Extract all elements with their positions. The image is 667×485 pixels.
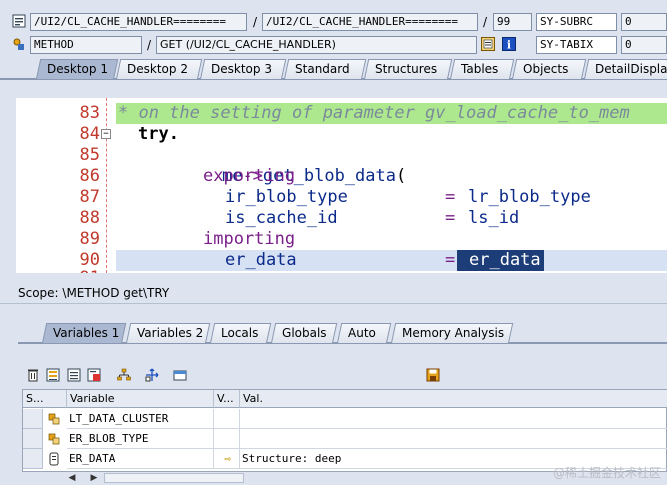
header-status[interactable]: S... — [23, 390, 67, 408]
line-number: 89 — [79, 229, 100, 249]
sysvar2-value-field[interactable]: 0 — [621, 36, 667, 54]
watermark: @稀土掘金技术社区 — [552, 466, 661, 480]
variable-name[interactable]: LT_DATA_CLUSTER — [67, 409, 214, 429]
code-exporting: exporting — [203, 166, 296, 186]
line-number: 83 — [79, 103, 100, 123]
code-importing: importing — [203, 229, 296, 249]
row-selector[interactable] — [23, 409, 43, 429]
tab-structures[interactable]: Structures — [364, 59, 453, 79]
variable-type-icon — [48, 413, 60, 425]
event-type-field[interactable]: METHOD — [30, 36, 142, 54]
save-icon[interactable] — [426, 368, 440, 382]
delete-icon[interactable] — [26, 368, 40, 382]
select-all-icon[interactable] — [46, 368, 60, 382]
code-arg: lr_blob_type — [468, 187, 591, 207]
row-selector[interactable] — [23, 429, 43, 449]
structure-icon — [49, 452, 59, 466]
source-editor[interactable]: 83 84 85 86 87 88 89 90 91 − * on the se… — [16, 98, 667, 273]
event-field[interactable]: GET (/UI2/CL_CACHE_HANDLER) — [156, 36, 477, 54]
line-number: 87 — [79, 187, 100, 207]
code-param: ir_blob_type — [225, 187, 348, 207]
source-code-icon[interactable] — [481, 37, 495, 51]
line-number: 90 — [79, 250, 100, 270]
code-equals: = — [445, 208, 456, 228]
desktop-tab-bar: Desktop 1 Desktop 2 Desktop 3 Standard S… — [0, 59, 667, 79]
code-param: er_data — [225, 250, 297, 270]
selected-token[interactable]: er_data — [457, 250, 544, 271]
variable-type-icon — [48, 433, 60, 445]
include-field[interactable]: /UI2/CL_CACHE_HANDLER======== — [262, 13, 478, 31]
variable-tab-bar: Variables 1 Variables 2 Locals Globals A… — [0, 323, 667, 343]
header-variable[interactable]: Variable — [67, 390, 214, 408]
program-icon — [12, 14, 26, 28]
row-selector[interactable] — [23, 449, 43, 469]
variables-grid: S... Variable V... Val. LT_DATA_CLUSTER … — [22, 389, 667, 472]
tab-locals[interactable]: Locals — [210, 323, 272, 343]
current-line-highlight — [116, 250, 667, 271]
scope-label: Scope: \METHOD get\TRY — [18, 286, 170, 300]
pane-divider — [0, 303, 667, 304]
scroll-right-icon[interactable]: ▶ — [88, 472, 100, 484]
sysvar-name-field[interactable]: SY-SUBRC — [536, 13, 617, 31]
tab-standard[interactable]: Standard — [284, 59, 367, 79]
header-value-type[interactable]: V... — [214, 390, 240, 408]
tab-auto[interactable]: Auto — [337, 323, 392, 343]
tab-desktop-3[interactable]: Desktop 3 — [200, 59, 287, 79]
navigate-icon[interactable] — [145, 368, 159, 382]
navigate-arrow-icon[interactable]: ⇨ — [214, 449, 240, 469]
tab-objects[interactable]: Objects — [512, 59, 587, 79]
sysvar-value-field[interactable]: 0 — [621, 13, 667, 31]
line-number: 88 — [79, 208, 100, 228]
event-type-icon — [13, 38, 24, 50]
value-type-cell — [214, 429, 240, 449]
detail-view-icon[interactable] — [67, 368, 81, 382]
code-try: try. — [138, 124, 179, 144]
tab-variables-2[interactable]: Variables 2 — [126, 323, 211, 343]
code-call-line: me->get_blob_data( — [181, 145, 406, 186]
filter-icon[interactable] — [173, 368, 187, 382]
line-number: 84 — [79, 124, 100, 144]
tab-detail-display[interactable]: DetailDisplay — [584, 59, 667, 79]
gutter-marker-line — [106, 98, 107, 273]
tab-tables[interactable]: Tables — [450, 59, 515, 79]
code-equals: = — [445, 187, 456, 207]
tab-globals[interactable]: Globals — [271, 323, 338, 343]
program-separator: / — [253, 15, 258, 29]
line-number: 91 — [36, 268, 100, 273]
include-separator: / — [483, 15, 488, 29]
tab-desktop-1[interactable]: Desktop 1 — [36, 59, 119, 79]
event-separator: / — [147, 38, 152, 52]
value-type-cell — [214, 409, 240, 429]
svg-text:i: i — [507, 39, 511, 52]
scroll-left-icon[interactable]: ◀ — [66, 472, 78, 484]
tab-desktop-2[interactable]: Desktop 2 — [116, 59, 203, 79]
code-arg: ls_id — [468, 208, 520, 228]
code-param: is_cache_id — [225, 208, 338, 228]
variable-value[interactable] — [240, 429, 667, 449]
line-number-field[interactable]: 99 — [493, 13, 532, 31]
sysvar2-name-field[interactable]: SY-TABIX — [536, 36, 617, 54]
line-number: 86 — [79, 166, 100, 186]
fold-toggle-icon[interactable]: − — [101, 129, 111, 139]
tab-variables-1[interactable]: Variables 1 — [42, 323, 127, 343]
info-icon[interactable]: i — [502, 37, 516, 51]
tab-memory-analysis[interactable]: Memory Analysis — [391, 323, 514, 343]
variable-name[interactable]: ER_BLOB_TYPE — [67, 429, 214, 449]
variable-value[interactable] — [240, 409, 667, 429]
code-paren: ( — [395, 166, 407, 186]
code-comment: * on the setting of parameter gv_load_ca… — [118, 103, 630, 123]
program-field[interactable]: /UI2/CL_CACHE_HANDLER======== — [30, 13, 247, 31]
line-number: 85 — [79, 145, 100, 165]
save-variables-icon[interactable] — [87, 368, 101, 382]
header-value[interactable]: Val. — [240, 390, 667, 408]
hierarchy-icon[interactable] — [117, 368, 131, 382]
code-equals: = — [445, 250, 456, 270]
variable-name[interactable]: ER_DATA — [67, 449, 214, 469]
horizontal-scrollbar[interactable] — [104, 473, 244, 483]
